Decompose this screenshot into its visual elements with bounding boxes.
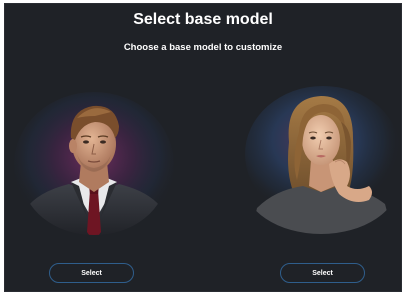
select-female-model-button[interactable]: Select [280,263,365,283]
female-model-image [245,86,401,234]
page-subtitle: Choose a base model to customize [123,42,283,53]
select-male-model-button[interactable]: Select [49,263,134,283]
male-model-card[interactable] [7,82,177,242]
female-model-card[interactable] [241,82,401,242]
male-model-image [14,92,174,236]
page-title: Select base model [133,11,273,28]
model-selection-panel: Select base model Choose a base model to… [4,3,402,292]
